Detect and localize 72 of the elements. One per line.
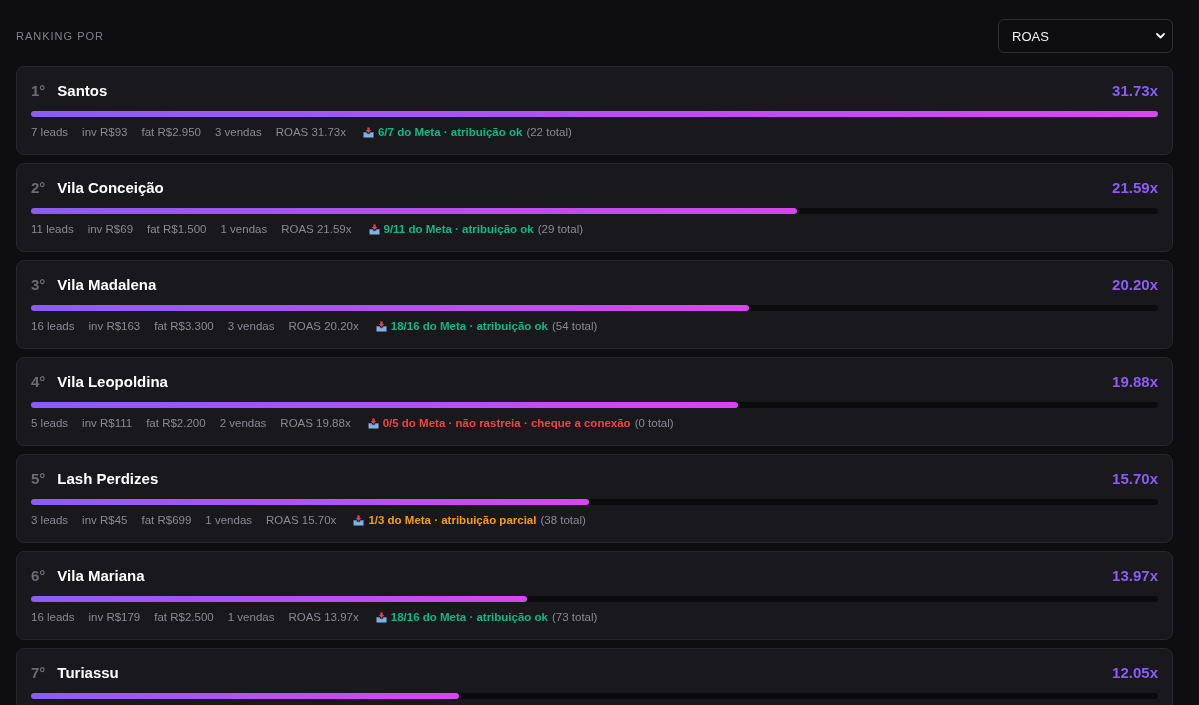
inbox-tray-icon — [353, 514, 365, 526]
inbox-tray-icon — [375, 320, 387, 332]
stat-text: 2 vendas — [219, 416, 267, 430]
attribution-status: 9/11 do Meta · atribuição ok — [383, 222, 534, 236]
stat-text: 16 leads — [31, 610, 75, 624]
stat-text: ROAS 19.88x — [280, 416, 351, 430]
inbox-tray-icon — [367, 417, 379, 429]
stat-text: 7 leads — [31, 125, 69, 139]
location-name: Vila Madalena — [57, 275, 157, 293]
stat-text: ROAS 20.20x — [288, 319, 359, 333]
rank-number: 5° — [31, 469, 46, 487]
stat-text: 1 vendas — [220, 222, 268, 236]
attribution-total: (0 total) — [634, 416, 674, 430]
stat-text: 3 vendas — [227, 319, 275, 333]
attribution-status: 18/16 do Meta · atribuição ok — [390, 319, 548, 333]
stat-text: fat R$699 — [141, 513, 192, 527]
attribution-status: 18/16 do Meta · atribuição ok — [390, 610, 548, 624]
location-name: Vila Leopoldina — [57, 372, 168, 390]
rank-number: 1° — [31, 81, 46, 99]
stat-text: 1 vendas — [205, 513, 253, 527]
stat-text: fat R$2.200 — [146, 416, 206, 430]
inbox-tray-icon — [368, 223, 380, 235]
stat-text: ROAS 15.70x — [266, 513, 337, 527]
location-name: Lash Perdizes — [57, 469, 159, 487]
attribution-status: 1/3 do Meta · atribuição parcial — [368, 513, 537, 527]
location-name: Vila Mariana — [57, 566, 145, 584]
rank-number: 4° — [31, 372, 46, 390]
location-name: Turiassu — [57, 663, 119, 681]
attribution-total: (73 total) — [552, 610, 598, 624]
roas-value: 20.20x — [1112, 275, 1158, 293]
roas-value: 13.97x — [1112, 566, 1158, 584]
stat-text: 3 leads — [31, 513, 69, 527]
stat-text: inv R$69 — [87, 222, 134, 236]
attribution-status: 6/7 do Meta · atribuição ok — [377, 125, 523, 139]
attribution-total: (54 total) — [552, 319, 598, 333]
rank-number: 2° — [31, 178, 46, 196]
stat-text: fat R$2.500 — [154, 610, 214, 624]
attribution-total: (29 total) — [537, 222, 584, 236]
stat-text: fat R$1.500 — [147, 222, 207, 236]
chevron-down-icon — [1156, 33, 1165, 39]
stat-text: inv R$163 — [88, 319, 141, 333]
stat-text: 3 vendas — [214, 125, 262, 139]
rank-number: 3° — [31, 275, 46, 293]
stat-text: 5 leads — [31, 416, 69, 430]
roas-value: 15.70x — [1112, 469, 1158, 487]
stat-text: inv R$93 — [82, 125, 128, 139]
attribution-total: (38 total) — [540, 513, 586, 527]
stat-text: 16 leads — [31, 319, 75, 333]
roas-value: 19.88x — [1112, 372, 1158, 390]
ranking-select[interactable]: ROAS — [998, 19, 1173, 53]
attribution-status: 0/5 do Meta · não rastreia · cheque a conexão — [382, 416, 631, 430]
inbox-tray-icon — [375, 611, 387, 623]
roas-value: 31.73x — [1112, 81, 1158, 99]
stat-text: ROAS 31.73x — [275, 125, 346, 139]
stat-text: inv R$45 — [82, 513, 128, 527]
ranking-label: RANKING POR — [16, 29, 104, 43]
rank-number: 6° — [31, 566, 46, 584]
roas-value: 12.05x — [1112, 663, 1158, 681]
inbox-tray-icon — [362, 126, 374, 138]
stat-text: 11 leads — [31, 222, 74, 236]
roas-value: 21.59x — [1112, 178, 1158, 196]
stat-text: ROAS 21.59x — [281, 222, 352, 236]
location-name: Vila Conceição — [57, 178, 164, 196]
attribution-total: (22 total) — [526, 125, 572, 139]
stat-text: fat R$3.300 — [154, 319, 214, 333]
rank-number: 7° — [31, 663, 46, 681]
stat-text: ROAS 13.97x — [288, 610, 359, 624]
location-name: Santos — [57, 81, 108, 99]
stat-text: 1 vendas — [227, 610, 275, 624]
stat-text: fat R$2.950 — [141, 125, 201, 139]
stat-text: inv R$179 — [88, 610, 141, 624]
stat-text: inv R$111 — [82, 416, 133, 430]
